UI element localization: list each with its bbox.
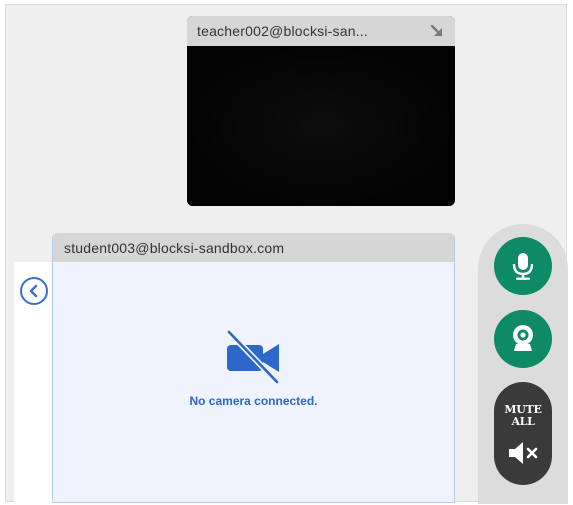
student-video-area: No camera connected.	[53, 262, 454, 502]
teacher-tile-header: teacher002@blocksi-san...	[187, 16, 455, 46]
teacher-video-tile: teacher002@blocksi-san...	[187, 16, 455, 206]
camera-button[interactable]	[494, 310, 552, 368]
collapse-button[interactable]	[20, 277, 48, 305]
microphone-button[interactable]	[494, 237, 552, 295]
mute-all-button[interactable]: MUTE ALL	[494, 382, 552, 485]
teacher-video-feed	[187, 46, 455, 206]
microphone-icon	[512, 253, 534, 280]
chevron-left-icon	[29, 284, 38, 298]
webcam-icon	[513, 325, 533, 351]
student-video-tile: student003@blocksi-sandbox.com No camera…	[52, 233, 455, 503]
mute-all-label: MUTE ALL	[504, 403, 542, 428]
speaker-muted-icon	[509, 442, 538, 464]
student-tile-header: student003@blocksi-sandbox.com	[53, 233, 454, 262]
expand-arrow-icon[interactable]	[429, 23, 445, 39]
camera-off-icon	[226, 329, 280, 385]
teacher-name: teacher002@blocksi-san...	[197, 23, 368, 39]
no-camera-message: No camera connected.	[189, 394, 318, 408]
student-name: student003@blocksi-sandbox.com	[64, 239, 285, 256]
